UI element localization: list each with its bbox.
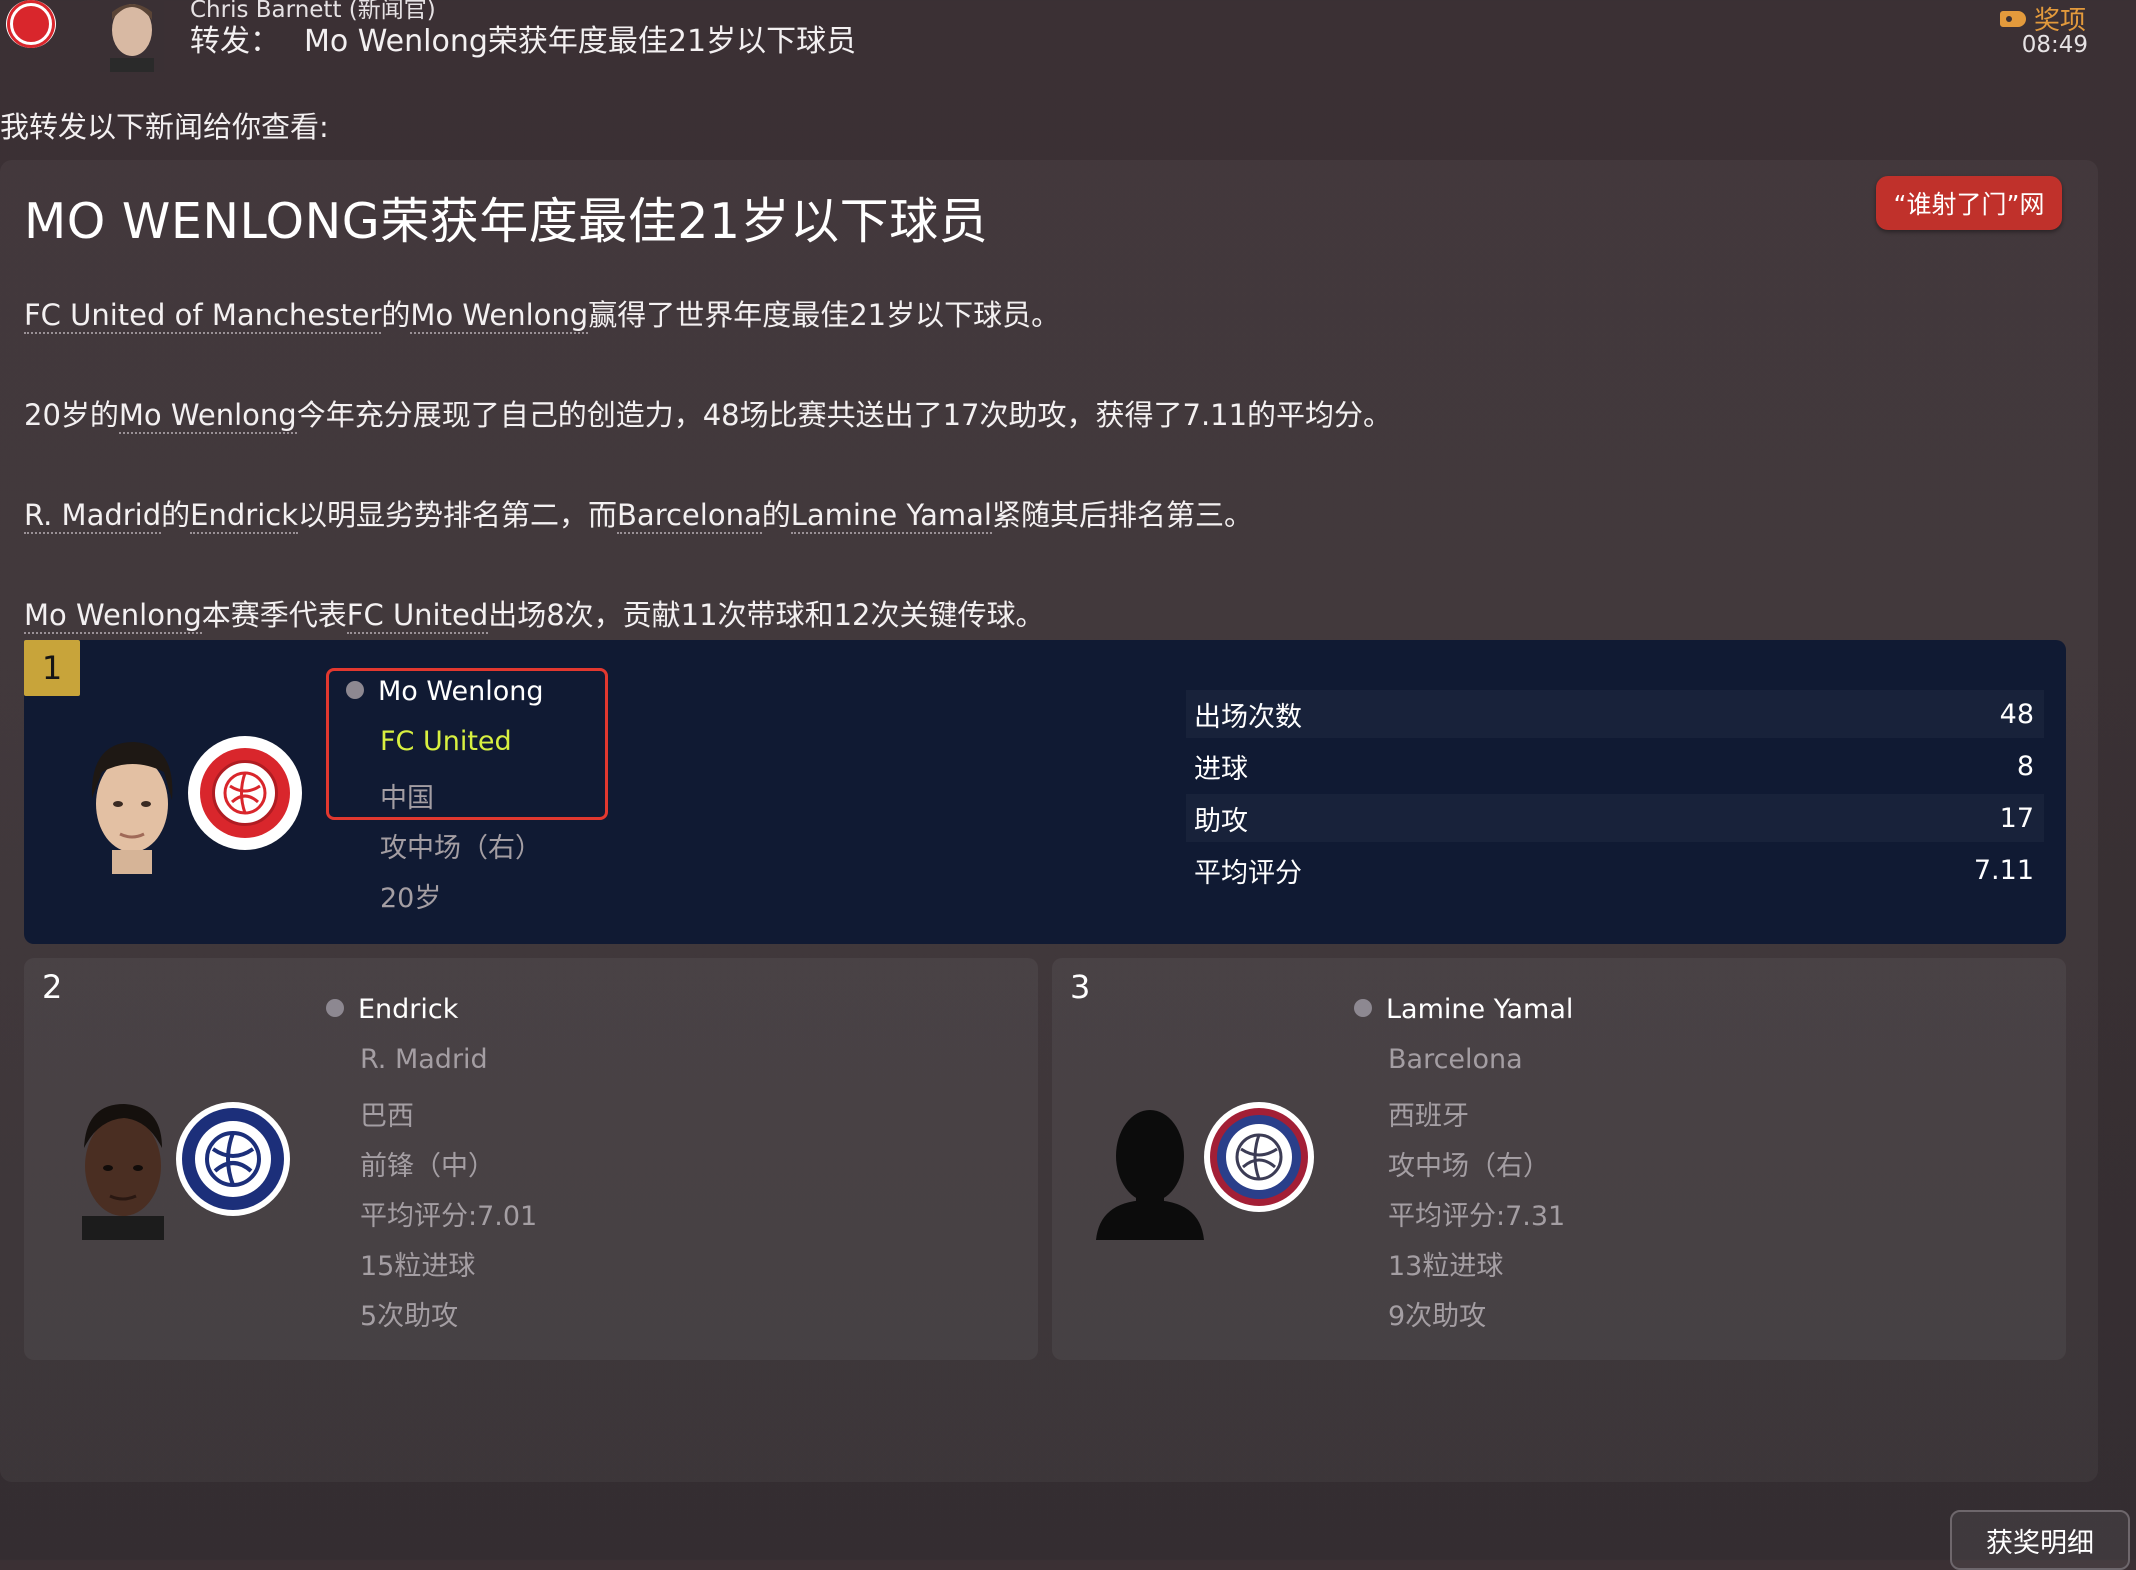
player-name-text: Mo Wenlong: [378, 676, 544, 707]
stat-value: 8: [2016, 750, 2034, 782]
player-position: 前锋（中）: [360, 1151, 495, 1182]
rank-number: 2: [42, 968, 63, 1006]
rank-number: 3: [1070, 968, 1091, 1006]
subject-label: 转发：: [190, 24, 280, 59]
player-link[interactable]: Endrick: [190, 498, 299, 534]
player-nation[interactable]: 中国: [380, 776, 434, 815]
player-rating: 平均评分:7.31: [1388, 1201, 1566, 1232]
player-club[interactable]: FC United: [380, 726, 512, 757]
player-nation[interactable]: 西班牙: [1388, 1094, 1469, 1133]
text: 的: [161, 498, 191, 532]
person-icon: [1354, 998, 1372, 1017]
football-icon: [223, 771, 267, 815]
stat-label: 出场次数: [1194, 701, 1302, 733]
player-rating: 平均评分:7.01: [360, 1201, 538, 1232]
player-nation[interactable]: 巴西: [360, 1094, 414, 1133]
player-link[interactable]: Lamine Yamal: [790, 498, 992, 534]
paragraph-3: R. Madrid的Endrick以明显劣势排名第二，而Barcelona的La…: [24, 492, 1253, 534]
text: 出场8次，贡献11次带球和12次关键传球。: [488, 598, 1045, 632]
text: 的: [381, 298, 411, 332]
club-badge[interactable]: [176, 1102, 290, 1216]
message-subject: 转发： Mo Wenlong荣获年度最佳21岁以下球员: [190, 16, 856, 60]
winner-face[interactable]: [82, 738, 182, 874]
player-assists: 9次助攻: [1388, 1301, 1487, 1332]
stat-row: 助攻 17: [1186, 794, 2044, 842]
stat-value: 7.11: [1973, 854, 2034, 886]
player-link[interactable]: Mo Wenlong: [410, 298, 589, 334]
player-name[interactable]: Lamine Yamal: [1354, 994, 1573, 1025]
player-position: 攻中场（右）: [380, 833, 542, 864]
club-badge[interactable]: [1204, 1102, 1314, 1212]
text: 赢得了世界年度最佳21岁以下球员。: [588, 298, 1061, 332]
intro-text: 我转发以下新闻给你查看:: [0, 110, 329, 144]
text: 本赛季代表: [201, 598, 347, 632]
club-logo: [6, 0, 56, 48]
club-link[interactable]: FC United of Manchester: [24, 298, 382, 334]
rank-badge: 1: [24, 640, 80, 696]
player-assists: 5次助攻: [360, 1301, 459, 1332]
player-age: 20岁: [380, 883, 442, 914]
sender-avatar: [100, 0, 164, 72]
paragraph-4: Mo Wenlong本赛季代表FC United出场8次，贡献11次带球和12次…: [24, 592, 1045, 634]
club-link[interactable]: Barcelona: [617, 498, 762, 534]
text: 今年充分展现了自己的创造力，48场比赛共送出了17次助攻，获得了7.11的平均分…: [296, 398, 1393, 432]
text: 20岁的: [24, 398, 119, 432]
stat-label: 进球: [1194, 753, 1248, 785]
award-details-button[interactable]: 获奖明细: [1950, 1510, 2130, 1570]
player-name[interactable]: Endrick: [326, 994, 458, 1025]
stat-label: 助攻: [1194, 805, 1248, 837]
player-link[interactable]: Mo Wenlong: [24, 598, 202, 634]
runner-face[interactable]: [68, 1096, 178, 1240]
player-club[interactable]: R. Madrid: [360, 1044, 488, 1075]
player-name-text: Endrick: [358, 994, 459, 1025]
stat-value: 17: [1999, 802, 2034, 834]
club-link[interactable]: R. Madrid: [24, 498, 162, 534]
paragraph-2: 20岁的Mo Wenlong今年充分展现了自己的创造力，48场比赛共送出了17次…: [24, 392, 1392, 434]
message-time: 08:49: [2021, 32, 2088, 58]
player-goals: 15粒进球: [360, 1251, 476, 1282]
player-position: 攻中场（右）: [1388, 1151, 1550, 1182]
club-link[interactable]: FC United: [346, 598, 489, 634]
stat-row: 平均评分 7.11: [1186, 846, 2044, 894]
text: 紧随其后排名第三。: [992, 498, 1254, 532]
subject-text: Mo Wenlong荣获年度最佳21岁以下球员: [304, 24, 857, 59]
tag-icon: [1999, 10, 2026, 27]
player-name[interactable]: Mo Wenlong: [346, 676, 544, 707]
player-link[interactable]: Mo Wenlong: [118, 398, 297, 434]
football-icon: [1235, 1133, 1283, 1181]
article-title: MO WENLONG荣获年度最佳21岁以下球员: [24, 193, 989, 250]
football-icon: [205, 1131, 261, 1187]
stat-value: 48: [1999, 698, 2034, 730]
stat-label: 平均评分: [1194, 857, 1302, 889]
player-goals: 13粒进球: [1388, 1251, 1504, 1282]
paragraph-1: FC United of Manchester的Mo Wenlong赢得了世界年…: [24, 292, 1060, 334]
club-badge[interactable]: [188, 736, 302, 850]
person-icon: [346, 680, 364, 699]
runner-face[interactable]: [1090, 1096, 1210, 1240]
stat-row: 进球 8: [1186, 742, 2044, 790]
text: 以明显劣势排名第二，而: [298, 498, 618, 532]
stat-row: 出场次数 48: [1186, 690, 2044, 738]
player-club[interactable]: Barcelona: [1388, 1044, 1523, 1075]
source-button[interactable]: “谁射了门”网: [1876, 176, 2062, 230]
person-icon: [326, 998, 344, 1017]
player-name-text: Lamine Yamal: [1386, 994, 1574, 1025]
text: 的: [761, 498, 791, 532]
